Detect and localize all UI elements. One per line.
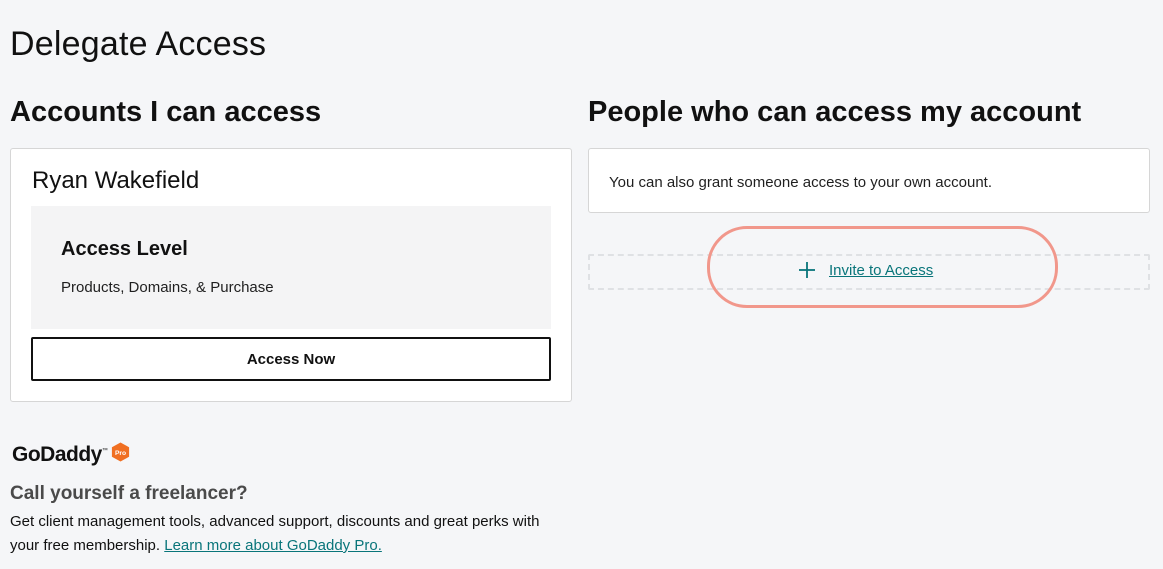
access-level-label: Access Level bbox=[61, 238, 188, 260]
pro-badge-text: Pro bbox=[115, 450, 126, 457]
page-title: Delegate Access bbox=[10, 25, 267, 63]
delegate-access-page: Delegate Access Accounts I can access Pe… bbox=[0, 0, 1163, 569]
access-now-button[interactable]: Access Now bbox=[31, 337, 551, 381]
people-who-can-access-heading: People who can access my account bbox=[588, 96, 1082, 128]
accounts-i-can-access-heading: Accounts I can access bbox=[10, 96, 322, 128]
account-name: Ryan Wakefield bbox=[32, 167, 200, 194]
invite-to-access-label: Invite to Access bbox=[829, 261, 934, 279]
logo-text: GoDaddy bbox=[12, 443, 102, 466]
grant-access-info-text: You can also grant someone access to you… bbox=[609, 174, 993, 191]
godaddy-pro-logo: GoDaddy ™ Pro bbox=[12, 440, 131, 470]
invite-to-access-link[interactable]: Invite to Access bbox=[797, 258, 933, 282]
pro-badge-icon: Pro bbox=[111, 442, 129, 462]
plus-icon bbox=[799, 262, 815, 278]
access-level-panel: Access Level Products, Domains, & Purcha… bbox=[31, 206, 551, 329]
promo-heading: Call yourself a freelancer? bbox=[10, 483, 248, 504]
access-level-value: Products, Domains, & Purchase bbox=[61, 279, 274, 296]
grant-access-info-card: You can also grant someone access to you… bbox=[588, 148, 1150, 213]
promo-body: Get client management tools, advanced su… bbox=[10, 510, 570, 558]
logo-trademark: ™ bbox=[101, 448, 108, 454]
learn-more-godaddy-pro-link[interactable]: Learn more about GoDaddy Pro. bbox=[164, 537, 382, 554]
account-card: Ryan Wakefield Access Level Products, Do… bbox=[10, 148, 572, 402]
